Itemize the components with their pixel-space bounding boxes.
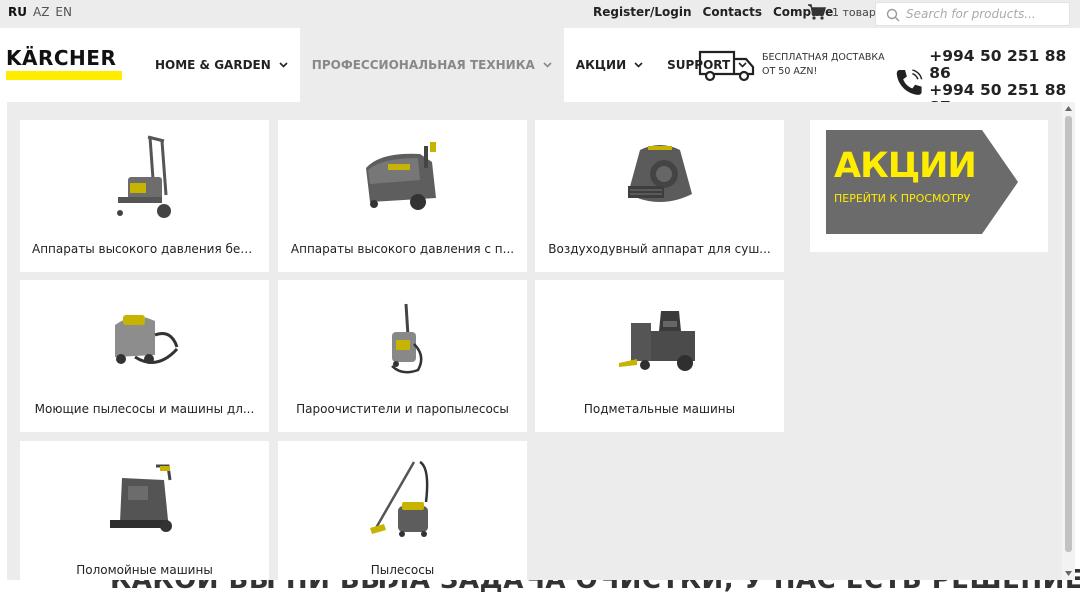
top-links: Register/Login Contacts Compare	[593, 5, 833, 19]
category-label: Поломойные машины	[76, 563, 213, 577]
lang-en[interactable]: EN	[55, 5, 72, 19]
promo-subtitle: ПЕРЕЙТИ К ПРОСМОТРУ	[834, 192, 971, 205]
nav-label: HOME & GARDEN	[155, 58, 271, 72]
scrubber-dryer-icon	[80, 449, 210, 549]
search-box	[875, 2, 1070, 26]
logo-yellow-bar	[6, 71, 122, 80]
scrollbar-thumb[interactable]	[1065, 116, 1072, 552]
lang-az[interactable]: AZ	[33, 5, 49, 19]
logo-text: KÄRCHER	[6, 46, 117, 70]
category-label: Моющие пылесосы и машины дл...	[34, 402, 255, 416]
category-card[interactable]: Пылесосы	[278, 441, 527, 580]
pressure-washer-hot-icon	[338, 128, 468, 228]
delivery-line1: БЕСПЛАТНАЯ ДОСТАВКА	[762, 52, 885, 63]
category-label: Аппараты высокого давления с п...	[290, 242, 515, 256]
cart-count: 1 товар	[832, 5, 876, 19]
register-login-link[interactable]: Register/Login	[593, 5, 692, 19]
search-icon[interactable]	[886, 8, 900, 22]
category-label: Аппараты высокого давления без...	[32, 242, 257, 256]
scroll-up-arrow-icon[interactable]	[1065, 106, 1072, 111]
phone-number-1[interactable]: +994 50 251 88 86	[929, 48, 1080, 82]
free-delivery-notice: БЕСПЛАТНАЯ ДОСТАВКА ОТ 50 AZN!	[698, 48, 885, 82]
promo-card[interactable]: АКЦИИ ПЕРЕЙТИ К ПРОСМОТРУ	[810, 120, 1048, 252]
language-switcher: RU AZ EN	[8, 5, 72, 19]
category-card[interactable]: Поломойные машины	[20, 441, 269, 580]
category-card[interactable]: Моющие пылесосы и машины дл...	[20, 280, 269, 432]
top-bar: RU AZ EN Register/Login Contacts Compare…	[0, 0, 1080, 28]
chevron-down-icon	[279, 62, 288, 68]
delivery-line2: ОТ 50 AZN!	[762, 66, 818, 77]
lang-ru[interactable]: RU	[8, 5, 27, 19]
karcher-logo[interactable]: KÄRCHER	[6, 47, 124, 83]
category-card[interactable]: Воздуходувный аппарат для суш...	[535, 120, 784, 272]
steam-cleaner-icon	[338, 288, 468, 388]
cart-icon	[808, 4, 826, 20]
category-label: Пароочистители и паропылесосы	[296, 402, 509, 416]
category-card[interactable]: Подметальные машины	[535, 280, 784, 432]
chevron-down-icon	[543, 62, 552, 68]
category-label: Воздуходувный аппарат для суш...	[548, 242, 771, 256]
category-label: Подметальные машины	[583, 402, 736, 416]
category-card[interactable]: Пароочистители и паропылесосы	[278, 280, 527, 432]
main-nav: HOME & GARDEN ПРОФЕССИОНАЛЬНАЯ ТЕХНИКА А…	[143, 28, 759, 102]
nav-professional[interactable]: ПРОФЕССИОНАЛЬНАЯ ТЕХНИКА	[299, 28, 564, 102]
mega-menu-dropdown: Аппараты высокого давления без... Аппара…	[7, 102, 1075, 580]
spray-extractor-icon	[80, 288, 210, 388]
category-label: Пылесосы	[370, 563, 435, 577]
category-card[interactable]: Аппараты высокого давления с п...	[278, 120, 527, 272]
nav-promotions[interactable]: АКЦИИ	[564, 28, 655, 102]
cart-button[interactable]: 1 товар	[808, 4, 876, 20]
delivery-truck-icon	[698, 50, 755, 82]
scroll-down-arrow-icon[interactable]	[1065, 571, 1072, 576]
nav-label: ПРОФЕССИОНАЛЬНАЯ ТЕХНИКА	[311, 58, 535, 72]
nav-home-garden[interactable]: HOME & GARDEN	[143, 28, 300, 102]
chevron-down-icon	[634, 62, 643, 68]
promo-title: АКЦИИ	[834, 146, 977, 186]
dropdown-scrollbar[interactable]	[1062, 102, 1075, 580]
sweeper-icon	[595, 288, 725, 388]
pressure-washer-cold-icon	[80, 128, 210, 228]
contacts-link[interactable]: Contacts	[703, 5, 762, 19]
category-card[interactable]: Аппараты высокого давления без...	[20, 120, 269, 272]
air-mover-icon	[595, 128, 725, 228]
vacuum-cleaner-icon	[338, 449, 468, 549]
nav-label: АКЦИИ	[575, 58, 627, 72]
phone-icon	[896, 69, 923, 95]
search-input[interactable]	[906, 6, 1061, 22]
main-header: KÄRCHER HOME & GARDEN ПРОФЕССИОНАЛЬНАЯ Т…	[0, 28, 1080, 116]
